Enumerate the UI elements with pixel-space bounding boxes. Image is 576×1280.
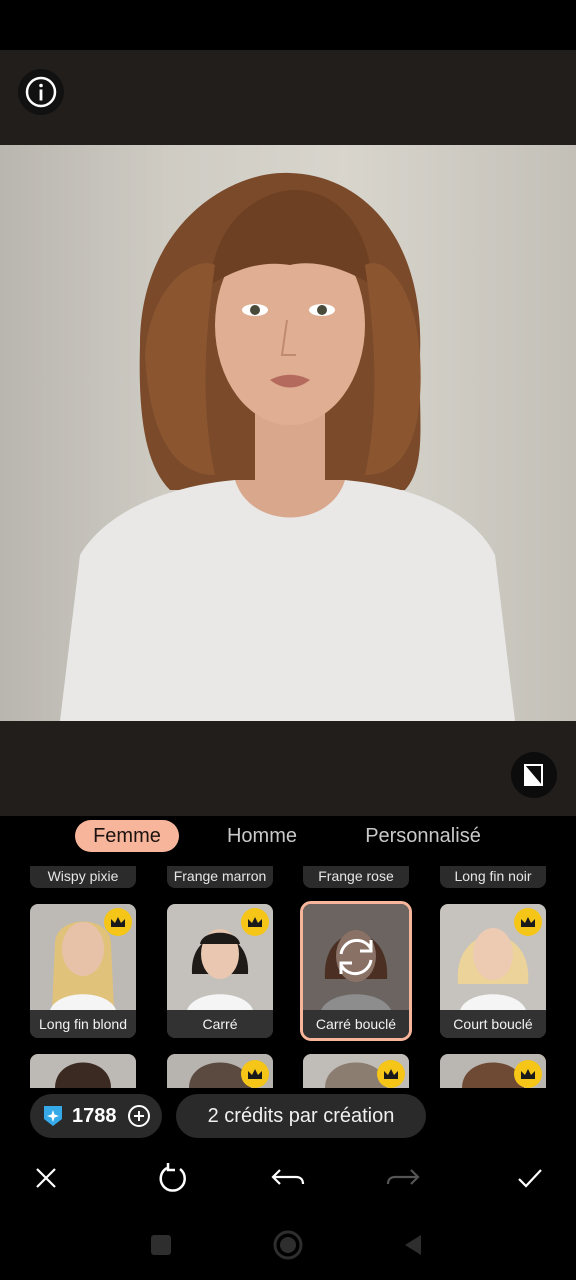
style-card-label: Long fin blond [30, 1010, 136, 1038]
credits-tooltip: 2 crédits par création [176, 1094, 426, 1138]
portrait-image [60, 172, 515, 721]
style-label[interactable]: Frange rose [303, 866, 409, 888]
credits-badge[interactable]: 1788 [30, 1094, 162, 1138]
home-nav-button[interactable] [268, 1225, 308, 1265]
credit-gem-icon [44, 1106, 62, 1126]
style-label[interactable]: Wispy pixie [30, 866, 136, 888]
style-card[interactable]: Carré [167, 904, 273, 1038]
refresh-icon [159, 1163, 186, 1192]
undo-icon [271, 1169, 305, 1185]
status-bar [0, 0, 576, 50]
top-toolbar [0, 50, 576, 145]
style-card-label: Carré [167, 1010, 273, 1038]
style-card[interactable] [167, 1054, 273, 1088]
check-icon [518, 1169, 542, 1188]
close-icon [36, 1168, 56, 1188]
tab-personnalise[interactable]: Personnalisé [352, 820, 494, 852]
crown-icon [104, 908, 132, 936]
crown-icon [514, 908, 542, 936]
square-icon [151, 1235, 171, 1255]
info-icon [25, 76, 57, 108]
confirm-button[interactable] [510, 1158, 550, 1198]
back-triangle-icon [405, 1235, 421, 1255]
style-card-selected[interactable]: Carré bouclé [300, 901, 412, 1041]
redo-icon [386, 1169, 420, 1185]
style-card[interactable] [440, 1054, 546, 1088]
crown-icon [514, 1060, 542, 1088]
add-credits-icon[interactable] [127, 1104, 151, 1128]
style-card-label: Court bouclé [440, 1010, 546, 1038]
style-card[interactable] [30, 1054, 136, 1088]
compare-icon [524, 764, 543, 786]
redo-button[interactable] [383, 1158, 423, 1198]
home-circle-icon [273, 1230, 303, 1260]
info-button[interactable] [18, 69, 64, 115]
undo-button[interactable] [268, 1158, 308, 1198]
style-card[interactable]: Court bouclé [440, 904, 546, 1038]
refresh-button[interactable] [153, 1158, 193, 1198]
photo-action-bar [0, 721, 576, 816]
result-photo [0, 145, 576, 721]
style-card[interactable] [303, 1054, 409, 1088]
recents-nav-button[interactable] [141, 1225, 181, 1265]
tab-femme[interactable]: Femme [75, 820, 179, 852]
crown-icon [377, 1060, 405, 1088]
style-card[interactable]: Long fin blond [30, 904, 136, 1038]
compare-button[interactable] [511, 752, 557, 798]
style-label[interactable]: Frange marron [167, 866, 273, 888]
crown-icon [241, 908, 269, 936]
regenerate-icon [339, 938, 373, 976]
back-nav-button[interactable] [393, 1225, 433, 1265]
close-button[interactable] [26, 1158, 66, 1198]
style-label[interactable]: Long fin noir [440, 866, 546, 888]
tab-homme[interactable]: Homme [212, 820, 312, 852]
style-card-label: Carré bouclé [303, 1010, 409, 1038]
credits-count: 1788 [72, 1104, 117, 1127]
crown-icon [241, 1060, 269, 1088]
